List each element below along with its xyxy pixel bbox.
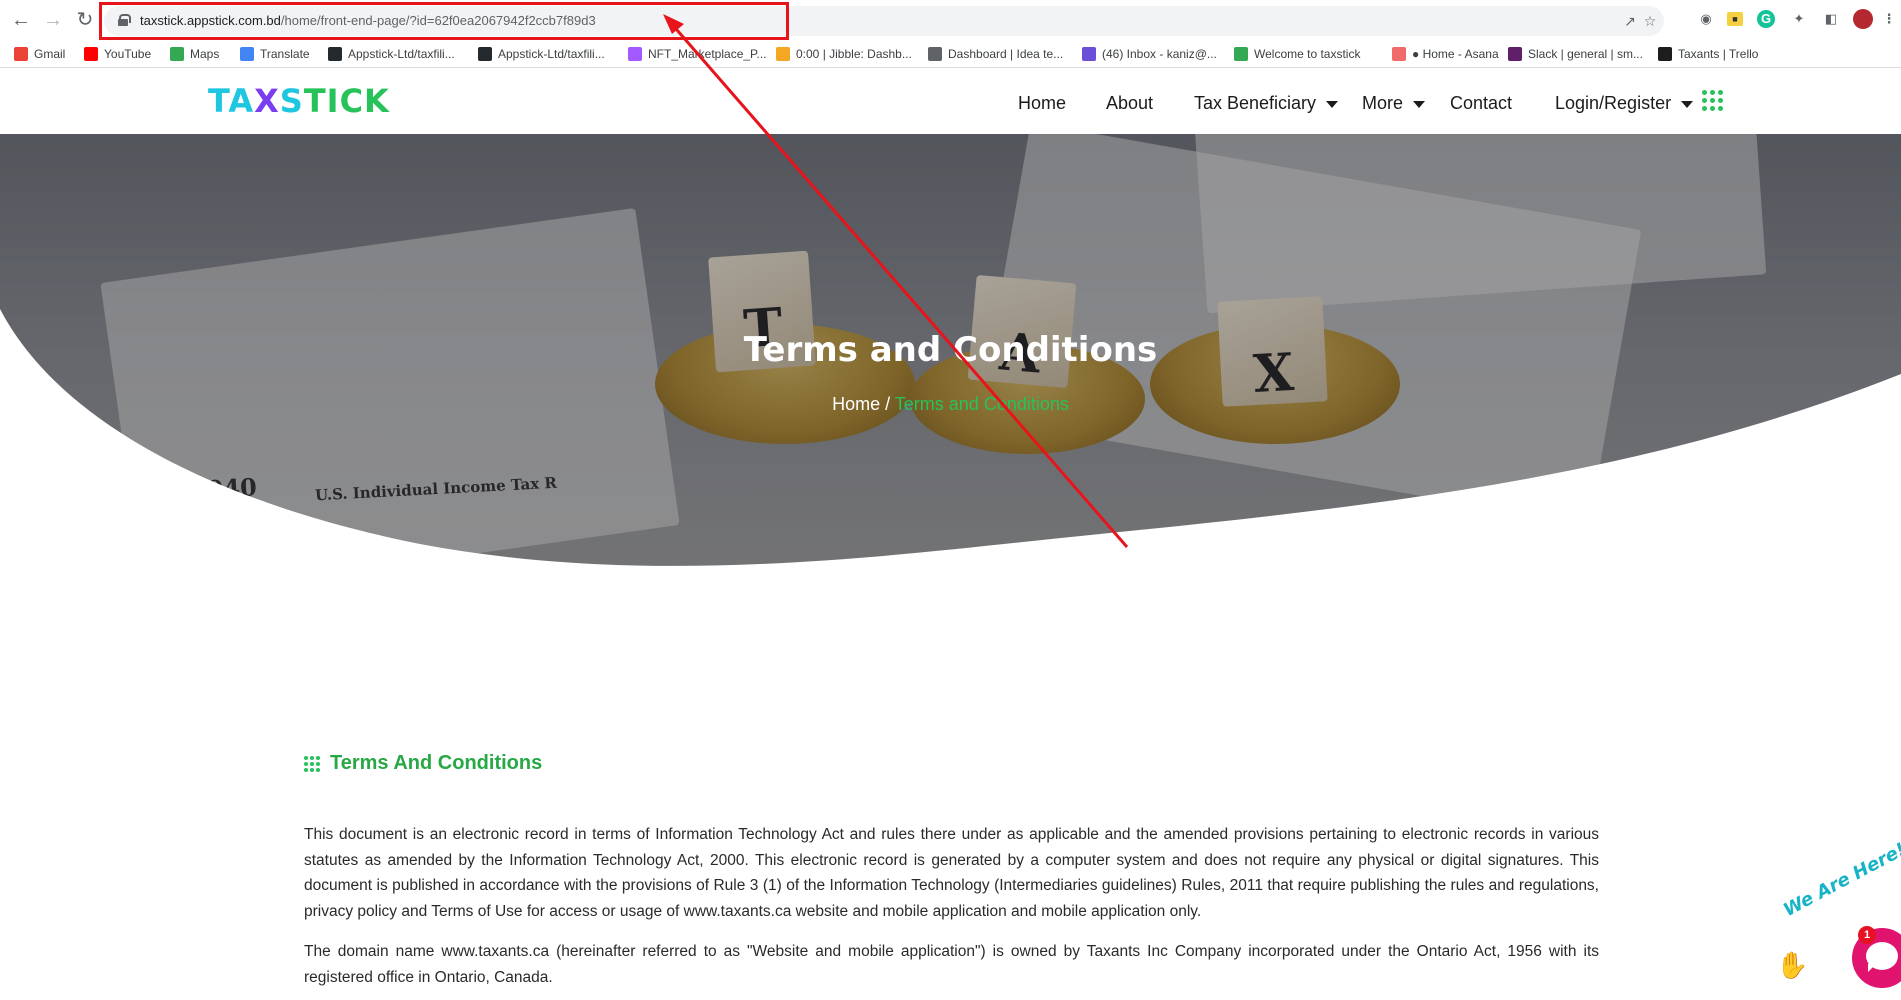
bookmark-item[interactable]: Maps <box>170 45 219 63</box>
address-bar[interactable]: taxstick.appstick.com.bd/home/front-end-… <box>104 6 1664 36</box>
waving-hand-icon: ✋ <box>1776 950 1809 980</box>
terms-paragraph-2: The domain name www.taxants.ca (hereinaf… <box>304 943 1599 986</box>
nav-more[interactable]: More <box>1362 93 1426 114</box>
bookmark-label: Maps <box>190 47 220 61</box>
hourglass-icon <box>776 47 790 61</box>
breadcrumb-home[interactable]: Home <box>832 394 880 414</box>
bookmark-item[interactable]: YouTube <box>84 45 151 63</box>
bookmark-item[interactable]: (46) Inbox - kaniz@... <box>1082 45 1217 63</box>
bookmark-label: Translate <box>260 47 310 61</box>
grammarly-icon[interactable]: G <box>1757 10 1775 28</box>
address-url[interactable]: taxstick.appstick.com.bd/home/front-end-… <box>140 13 596 28</box>
bookmark-label: Dashboard | Idea te... <box>948 47 1064 61</box>
bookmark-label: 0:00 | Jibble: Dashb... <box>796 47 912 61</box>
browser-toolbar: ← → ↻ taxstick.appstick.com.bd/home/fron… <box>0 0 1901 40</box>
trello-icon <box>1658 47 1672 61</box>
hero-curve-shape <box>0 134 1901 634</box>
globe-icon <box>928 47 942 61</box>
bookmark-item[interactable]: ● Home - Asana <box>1392 45 1499 63</box>
bookmark-item[interactable]: NFT_Marketplace_P... <box>628 45 767 63</box>
chat-tagline: We Are Here! <box>1780 839 1901 921</box>
breadcrumb-separator: / <box>880 394 895 414</box>
gmail-icon <box>14 47 28 61</box>
bookmark-label: Appstick-Ltd/taxfili... <box>348 47 455 61</box>
bookmark-label: Slack | general | sm... <box>1528 47 1643 61</box>
figma-icon <box>628 47 642 61</box>
nav-tax-beneficiary[interactable]: Tax Beneficiary <box>1194 93 1339 114</box>
slack-icon <box>1508 47 1522 61</box>
page-title: Terms and Conditions <box>743 330 1158 370</box>
bookmark-item[interactable]: Dashboard | Idea te... <box>928 45 1063 63</box>
profile-avatar[interactable] <box>1853 9 1873 29</box>
side-panel-icon[interactable]: ◧ <box>1822 10 1840 28</box>
menu-kebab-icon[interactable]: ⋮ <box>1880 10 1898 28</box>
chevron-down-icon <box>1326 100 1339 108</box>
taxstick-logo[interactable]: TAXSTICK <box>208 82 390 120</box>
nav-about[interactable]: About <box>1106 93 1153 114</box>
taxstick-icon <box>1234 47 1248 61</box>
share-icon[interactable]: ↗ <box>1622 13 1638 29</box>
extension-icon[interactable]: ■ <box>1727 12 1743 26</box>
bookmark-label: NFT_Marketplace_P... <box>648 47 767 61</box>
section-heading-text: Terms And Conditions <box>330 752 543 774</box>
puzzle-extensions-icon[interactable]: ✦ <box>1790 10 1808 28</box>
maps-icon <box>170 47 184 61</box>
bookmark-item[interactable]: 0:00 | Jibble: Dashb... <box>776 45 912 63</box>
bookmark-item[interactable]: Appstick-Ltd/taxfili... <box>328 45 455 63</box>
github-icon <box>328 47 342 61</box>
bookmarks-bar: Gmail YouTube Maps Translate Appstick-Ltd/ta… <box>0 40 1901 68</box>
terms-paragraph-1: This document is an electronic record in… <box>304 826 1599 920</box>
translate-icon <box>240 47 254 61</box>
nav-home[interactable]: Home <box>1018 93 1066 114</box>
nav-login-register[interactable]: Login/Register <box>1555 93 1694 114</box>
camera-extension-icon[interactable]: ◉ <box>1697 10 1715 28</box>
forward-arrow-icon[interactable]: → <box>42 9 64 31</box>
hero-banner: 1040 U.S. Individual Income Tax R T A X … <box>0 134 1901 634</box>
bookmark-label: Gmail <box>34 47 66 61</box>
breadcrumb: Home / Terms and Conditions <box>0 394 1901 415</box>
reload-icon[interactable]: ↻ <box>74 9 96 31</box>
star-icon[interactable]: ☆ <box>1642 13 1658 29</box>
bookmark-item[interactable]: Welcome to taxstick <box>1234 45 1360 63</box>
lock-icon <box>118 14 131 26</box>
bookmark-label: Appstick-Ltd/taxfili... <box>498 47 605 61</box>
github-icon <box>478 47 492 61</box>
bookmark-label: ● Home - Asana <box>1412 47 1499 61</box>
apps-grid-icon[interactable] <box>1702 90 1724 112</box>
section-heading: Terms And Conditions <box>304 752 542 775</box>
asana-icon <box>1392 47 1406 61</box>
youtube-icon <box>84 47 98 61</box>
mail-icon <box>1082 47 1096 61</box>
nav-contact[interactable]: Contact <box>1450 93 1512 114</box>
chat-notification-badge: 1 <box>1858 926 1876 944</box>
bookmark-item[interactable]: Translate <box>240 45 310 63</box>
breadcrumb-current: Terms and Conditions <box>894 394 1069 414</box>
chevron-down-icon <box>1413 100 1426 108</box>
site-header: TAXSTICK Home About Tax Beneficiary More… <box>0 68 1901 134</box>
bookmark-label: Taxants | Trello <box>1678 47 1759 61</box>
bookmark-item[interactable]: Gmail <box>14 45 65 63</box>
bookmark-item[interactable]: Slack | general | sm... <box>1508 45 1643 63</box>
chat-bubble-icon <box>1866 942 1898 972</box>
bookmark-item[interactable]: Appstick-Ltd/taxfili... <box>478 45 605 63</box>
bookmark-item[interactable]: Taxants | Trello <box>1658 45 1758 63</box>
chevron-down-icon <box>1681 100 1694 108</box>
bookmark-label: YouTube <box>104 47 152 61</box>
bookmark-label: (46) Inbox - kaniz@... <box>1102 47 1217 61</box>
bookmark-label: Welcome to taxstick <box>1254 47 1361 61</box>
dots-grid-icon <box>304 755 320 772</box>
back-arrow-icon[interactable]: ← <box>10 9 32 31</box>
